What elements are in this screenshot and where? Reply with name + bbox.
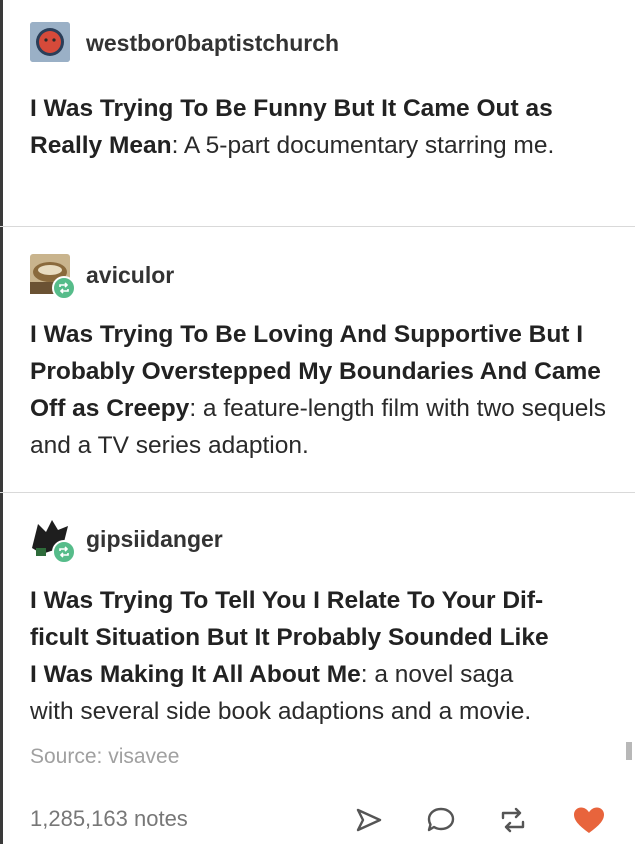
- reblog-badge-icon: [52, 540, 76, 564]
- reblog-icon: [501, 807, 525, 833]
- post-divider: [0, 492, 635, 493]
- post-aviculor: aviculor I Was Trying To Be Loving And S…: [30, 254, 615, 464]
- avatar[interactable]: [30, 518, 76, 564]
- post-text: : a novel saga: [360, 661, 514, 688]
- post-text: : A 5-part documentary starring me.: [171, 132, 555, 159]
- username[interactable]: gipsiidanger: [86, 526, 223, 553]
- post-title-bold-line: ficult Situation But It Probably Sounded…: [30, 624, 549, 651]
- source-link[interactable]: Source: visavee: [30, 745, 179, 769]
- post-header: westbor0baptistchurch: [30, 22, 615, 62]
- username[interactable]: westbor0baptistchurch: [86, 30, 339, 57]
- left-edge-border: [0, 0, 3, 844]
- post-body: I Was Trying To Be Funny But It Came Out…: [30, 90, 615, 164]
- post-title-bold-line: I Was Trying To Tell You I Relate To You…: [30, 587, 544, 614]
- post-westbor0baptistchurch: westbor0baptistchurch I Was Trying To Be…: [30, 22, 615, 164]
- share-icon: [356, 808, 382, 832]
- reply-button[interactable]: [424, 805, 458, 835]
- notes-count[interactable]: 1,285,163 notes: [30, 806, 188, 832]
- post-header: gipsiidanger: [30, 518, 615, 564]
- post-body: I Was Trying To Tell You I Relate To You…: [30, 582, 615, 730]
- avatar[interactable]: [30, 22, 70, 62]
- reblog-button[interactable]: [496, 805, 530, 835]
- reblog-badge-icon: [52, 276, 76, 300]
- username[interactable]: aviculor: [86, 262, 174, 289]
- post-header: aviculor: [30, 254, 615, 300]
- post-body: I Was Trying To Be Loving And Supportive…: [30, 316, 615, 464]
- post-title-bold-line: I Was Making It All About Me: [30, 661, 361, 688]
- share-button[interactable]: [352, 805, 386, 835]
- scrollbar[interactable]: [626, 742, 632, 760]
- avatar-icon: [30, 22, 70, 62]
- post-text-line: with several side book adaptions and a m…: [30, 698, 532, 725]
- reply-icon: [427, 807, 455, 832]
- heart-icon: [574, 807, 604, 833]
- like-button[interactable]: [570, 805, 608, 835]
- avatar[interactable]: [30, 254, 76, 300]
- post-divider: [0, 226, 635, 227]
- post-gipsiidanger: gipsiidanger I Was Trying To Tell You I …: [30, 518, 615, 730]
